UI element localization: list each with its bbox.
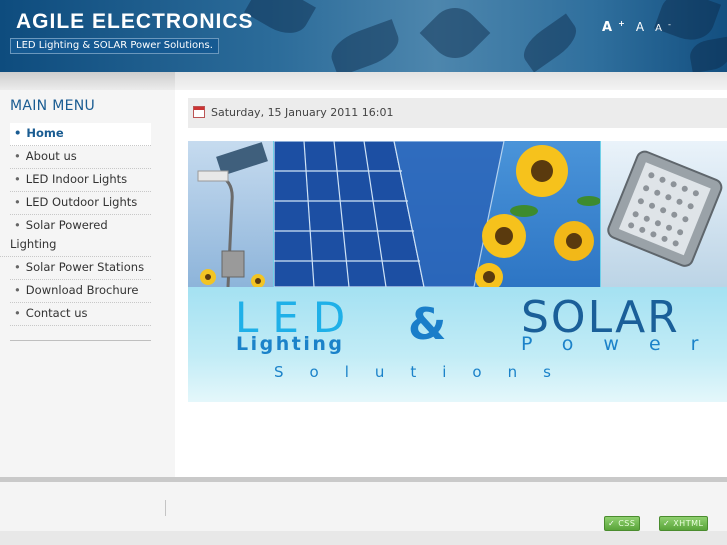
menu-item-label: Solar Powered Lighting bbox=[10, 218, 108, 251]
main-menu-title: MAIN MENU bbox=[10, 98, 96, 114]
menu-item-label: Home bbox=[26, 126, 64, 140]
led-floodlight-image bbox=[600, 141, 727, 287]
banner-photo-strip bbox=[188, 141, 727, 291]
solar-panel-image bbox=[273, 141, 601, 291]
street-lamp-illustration bbox=[197, 142, 268, 288]
menu-item-label: LED Indoor Lights bbox=[25, 172, 128, 186]
font-smaller-sup: - bbox=[668, 18, 672, 29]
menu-item-led-indoor-lights[interactable]: • LED Indoor Lights bbox=[10, 169, 151, 192]
subheader-strip-left bbox=[0, 72, 175, 90]
bullet-icon: • bbox=[14, 283, 21, 297]
bullet-icon: • bbox=[14, 149, 21, 163]
banner-text-area: LED & SOLAR Lighting Power Solutions bbox=[188, 287, 727, 402]
site-slogan: LED Lighting & SOLAR Power Solutions. bbox=[10, 38, 219, 54]
bullet-icon: • bbox=[14, 306, 21, 320]
bullet-icon: • bbox=[14, 260, 21, 274]
valid-css-badge[interactable]: ✓ CSS bbox=[604, 516, 641, 531]
menu-item-label: About us bbox=[25, 149, 77, 163]
footer-bottom-strip bbox=[0, 531, 727, 545]
solar-panel-illustration bbox=[273, 141, 601, 291]
main-content: Saturday, 15 January 2011 16:01 LED & SO… bbox=[175, 90, 727, 477]
font-larger-sup: + bbox=[618, 18, 625, 28]
header-leaf-decoration bbox=[244, 0, 316, 43]
font-smaller-label: A bbox=[655, 23, 663, 34]
banner-power-text: Power bbox=[521, 333, 727, 355]
bullet-icon: • bbox=[14, 172, 21, 186]
bullet-icon: • bbox=[14, 218, 21, 232]
menu-item-solar-powered-lighting[interactable]: • Solar Powered Lighting bbox=[0, 215, 151, 257]
article-date: Saturday, 15 January 2011 16:01 bbox=[211, 106, 394, 119]
hero-banner: LED & SOLAR Lighting Power Solutions bbox=[188, 141, 727, 402]
menu-item-label: Download Brochure bbox=[25, 283, 139, 297]
bullet-icon: • bbox=[14, 195, 21, 209]
header-leaf-decoration bbox=[325, 19, 405, 72]
font-reset-button[interactable]: A bbox=[636, 20, 644, 34]
led-floodlight-illustration bbox=[607, 150, 723, 267]
article-date-bar: Saturday, 15 January 2011 16:01 bbox=[188, 98, 727, 128]
menu-item-solar-power-stations[interactable]: • Solar Power Stations bbox=[10, 257, 151, 280]
banner-solutions-text: Solutions bbox=[274, 363, 577, 381]
font-smaller-button[interactable]: A- bbox=[655, 19, 671, 34]
header-leaf-decoration bbox=[516, 13, 584, 72]
menu-item-contact-us[interactable]: • Contact us bbox=[10, 303, 151, 326]
font-larger-button[interactable]: A + bbox=[602, 19, 625, 35]
check-icon: ✓ bbox=[608, 519, 616, 528]
check-icon: ✓ bbox=[663, 519, 671, 528]
bullet-icon: • bbox=[14, 126, 22, 140]
footer-divider bbox=[165, 500, 166, 516]
font-size-controls: A + A A- bbox=[602, 16, 677, 35]
valid-css-label: CSS bbox=[618, 519, 636, 528]
street-lamp-image bbox=[188, 141, 273, 288]
menu-item-about-us[interactable]: • About us bbox=[10, 146, 151, 169]
menu-item-label: Contact us bbox=[25, 306, 88, 320]
menu-separator bbox=[10, 340, 151, 341]
valid-xhtml-badge[interactable]: ✓ XHTML bbox=[659, 516, 709, 531]
font-larger-label: A bbox=[602, 20, 613, 35]
header-leaf-decoration bbox=[419, 0, 491, 69]
menu-item-led-outdoor-lights[interactable]: • LED Outdoor Lights bbox=[10, 192, 151, 215]
menu-item-home[interactable]: • Home bbox=[10, 123, 151, 146]
menu-item-label: Solar Power Stations bbox=[25, 260, 145, 274]
calendar-icon bbox=[193, 106, 205, 118]
header-leaf-decoration bbox=[687, 36, 727, 72]
sidebar: MAIN MENU • Home • About us • LED Indoor Li… bbox=[0, 90, 175, 477]
main-menu: • Home • About us • LED Indoor Lights • LED … bbox=[0, 123, 151, 326]
valid-xhtml-label: XHTML bbox=[673, 519, 704, 528]
site-title[interactable]: AGILE ELECTRONICS bbox=[16, 10, 254, 34]
banner-lighting-text: Lighting bbox=[236, 333, 345, 355]
site-header: AGILE ELECTRONICS LED Lighting & SOLAR P… bbox=[0, 0, 727, 72]
menu-item-label: LED Outdoor Lights bbox=[25, 195, 138, 209]
menu-item-download-brochure[interactable]: • Download Brochure bbox=[10, 280, 151, 303]
banner-ampersand: & bbox=[408, 299, 447, 350]
